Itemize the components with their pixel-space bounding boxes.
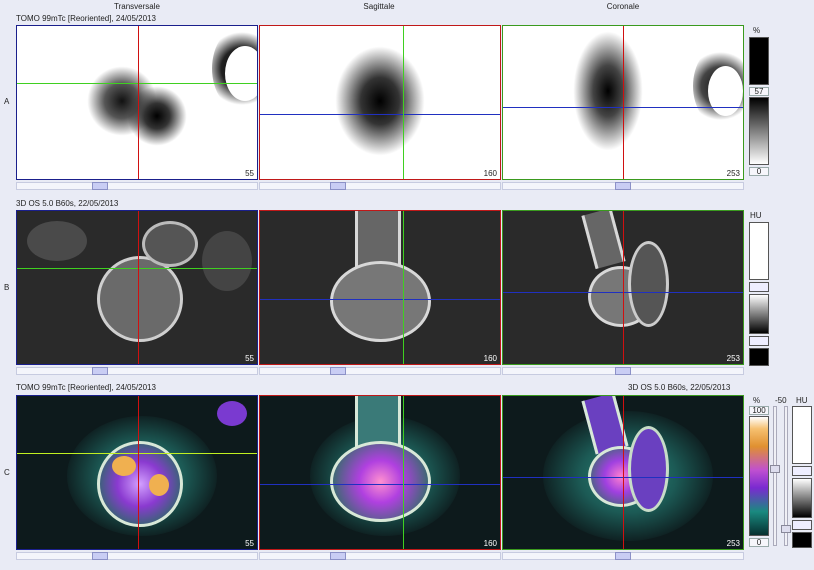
- scroll-thumb[interactable]: [92, 182, 108, 190]
- colorbar-c-ct-unit: HU: [796, 396, 808, 405]
- slice-number: 253: [726, 539, 740, 548]
- scrollbar-b-coronale[interactable]: [502, 367, 744, 375]
- colorbar-c-pet-unit: %: [753, 396, 761, 405]
- series-title-row-c: TOMO 99mTc [Reoriented], 24/05/2013: [16, 383, 156, 392]
- scrollbar-c-coronale[interactable]: [502, 552, 744, 560]
- scrollbar-b-transversale[interactable]: [16, 367, 258, 375]
- scroll-thumb[interactable]: [615, 182, 631, 190]
- crosshair-vertical: [403, 396, 404, 549]
- scroll-thumb[interactable]: [92, 552, 108, 560]
- colorbar-c-pet-gradient[interactable]: [749, 416, 769, 536]
- colorbar-b-top: [749, 222, 769, 280]
- row-label-a: A: [4, 97, 10, 106]
- opacity-slider-thumb[interactable]: [770, 465, 780, 473]
- crosshair-horizontal: [17, 83, 257, 84]
- series-title-row-c-ct: 3D OS 5.0 B60s, 22/05/2013: [628, 383, 731, 392]
- colorbar-c-ct-handle-low[interactable]: [792, 520, 812, 530]
- colorbar-b-bottom: [749, 348, 769, 366]
- crosshair-vertical: [138, 26, 139, 179]
- fusion-transversale-view[interactable]: 55: [16, 395, 258, 550]
- slice-number: 55: [245, 539, 254, 548]
- series-title-row-a: TOMO 99mTc [Reoriented], 24/05/2013: [16, 14, 156, 23]
- scrollbar-a-transversale[interactable]: [16, 182, 258, 190]
- scrollbar-a-sagittale[interactable]: [259, 182, 501, 190]
- column-header-sagittale: Sagittale: [363, 2, 395, 11]
- slice-number: 160: [483, 169, 497, 178]
- pet-sagittale-view[interactable]: 160: [259, 25, 501, 180]
- ct-transversale-view[interactable]: 55: [16, 210, 258, 365]
- opacity-slider-track[interactable]: [773, 406, 777, 546]
- scroll-thumb[interactable]: [330, 552, 346, 560]
- crosshair-vertical: [403, 211, 404, 364]
- slice-number: 55: [245, 354, 254, 363]
- scroll-thumb[interactable]: [330, 182, 346, 190]
- colorbar-a-value[interactable]: 57: [749, 87, 769, 96]
- colorbar-b-handle-low[interactable]: [749, 336, 769, 346]
- slice-number: 160: [483, 539, 497, 548]
- crosshair-vertical: [138, 211, 139, 364]
- colorbar-a-gradient[interactable]: [749, 97, 769, 165]
- slice-number: 160: [483, 354, 497, 363]
- crosshair-horizontal: [17, 453, 257, 454]
- column-header-transversale: Transversale: [114, 2, 160, 11]
- slice-number: 55: [245, 169, 254, 178]
- colorbar-c-ct-bottom: [792, 532, 812, 548]
- slice-number: 253: [726, 354, 740, 363]
- crosshair-horizontal: [17, 268, 257, 269]
- crosshair-vertical: [138, 396, 139, 549]
- colorbar-c-ct-handle[interactable]: [792, 466, 812, 476]
- crosshair-vertical: [403, 26, 404, 179]
- series-title-row-b: 3D OS 5.0 B60s, 22/05/2013: [16, 199, 119, 208]
- window-slider-thumb[interactable]: [781, 525, 791, 533]
- fusion-coronale-view[interactable]: 253: [502, 395, 744, 550]
- colorbar-a-top: [749, 37, 769, 85]
- colorbar-b-handle[interactable]: [749, 282, 769, 292]
- scrollbar-c-sagittale[interactable]: [259, 552, 501, 560]
- scroll-thumb[interactable]: [615, 367, 631, 375]
- colorbar-a-unit: %: [753, 26, 761, 35]
- scrollbar-b-sagittale[interactable]: [259, 367, 501, 375]
- ct-coronale-view[interactable]: 253: [502, 210, 744, 365]
- colorbar-b-unit: HU: [750, 211, 762, 220]
- scrollbar-c-transversale[interactable]: [16, 552, 258, 560]
- colorbar-c-ct-gradient[interactable]: [792, 478, 812, 518]
- colorbar-b-gradient[interactable]: [749, 294, 769, 334]
- ct-sagittale-view[interactable]: 160: [259, 210, 501, 365]
- column-header-coronale: Coronale: [606, 2, 640, 11]
- crosshair-vertical: [623, 26, 624, 179]
- colorbar-c-ct-value: -50: [775, 396, 787, 405]
- crosshair-horizontal: [260, 114, 500, 115]
- crosshair-horizontal: [260, 299, 500, 300]
- colorbar-c-ct-top: [792, 406, 812, 464]
- scroll-thumb[interactable]: [330, 367, 346, 375]
- scroll-thumb[interactable]: [615, 552, 631, 560]
- scrollbar-a-coronale[interactable]: [502, 182, 744, 190]
- crosshair-vertical: [623, 396, 624, 549]
- colorbar-a-min[interactable]: 0: [749, 167, 769, 176]
- pet-coronale-view[interactable]: 253: [502, 25, 744, 180]
- scroll-thumb[interactable]: [92, 367, 108, 375]
- crosshair-vertical: [623, 211, 624, 364]
- slice-number: 253: [726, 169, 740, 178]
- colorbar-c-pet-min[interactable]: 0: [749, 538, 769, 547]
- colorbar-c-pet-max[interactable]: 100: [749, 406, 769, 415]
- crosshair-horizontal: [260, 484, 500, 485]
- row-label-b: B: [4, 283, 10, 292]
- pet-transversale-view[interactable]: 55: [16, 25, 258, 180]
- fusion-sagittale-view[interactable]: 160: [259, 395, 501, 550]
- row-label-c: C: [4, 468, 10, 477]
